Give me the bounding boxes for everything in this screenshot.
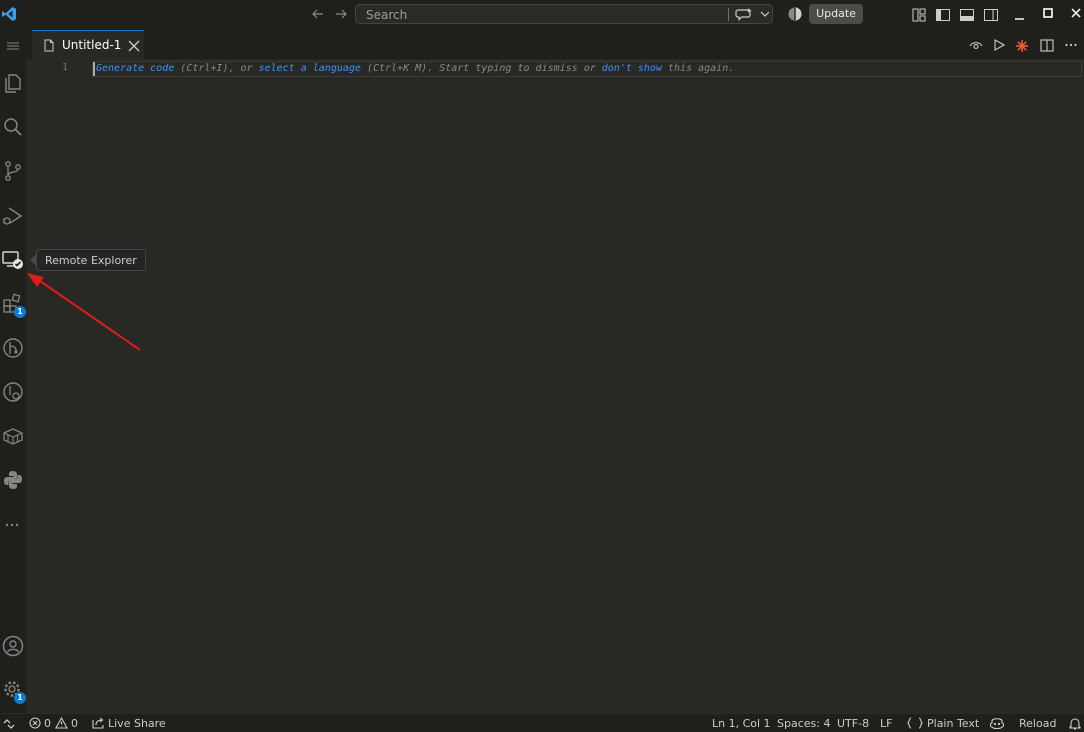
dont-show-link[interactable]: don't show — [602, 63, 662, 74]
account-icon[interactable] — [1, 634, 25, 658]
error-icon[interactable] — [29, 717, 41, 729]
maximize-icon[interactable] — [1040, 6, 1056, 22]
customize-layout-icon[interactable] — [911, 7, 927, 23]
cursor-position[interactable]: Ln 1, Col 1 — [712, 717, 771, 730]
hint-text-2: (Ctrl+K M). Start typing to dismiss or — [360, 63, 602, 74]
command-center-search[interactable]: Search — [355, 4, 773, 24]
braces-icon[interactable] — [907, 717, 923, 729]
warning-count[interactable]: 0 — [71, 717, 78, 730]
settings-badge: 1 — [14, 692, 26, 704]
status-bar: 0 0 Live Share Ln 1, Col 1 Spaces: 4 UTF… — [0, 713, 1084, 732]
encoding[interactable]: UTF-8 — [837, 717, 869, 730]
hint-text-1: (Ctrl+I), or — [174, 63, 259, 74]
error-count[interactable]: 0 — [44, 717, 51, 730]
accounts-shield-icon[interactable] — [787, 6, 803, 22]
search-divider — [728, 8, 729, 21]
warning-icon[interactable] — [55, 717, 68, 729]
toggle-secondary-sidebar-icon[interactable] — [983, 7, 999, 23]
split-editor-icon[interactable] — [1040, 39, 1054, 52]
containers-icon[interactable] — [1, 424, 25, 448]
more-views-icon[interactable] — [1, 512, 25, 536]
toggle-panel-icon[interactable] — [959, 7, 975, 23]
editor-area[interactable]: 1 Generate code (Ctrl+I), or select a la… — [26, 59, 1084, 713]
git-lens-icon[interactable] — [1, 380, 25, 404]
copilot-chat-icon[interactable] — [735, 7, 753, 21]
search-placeholder: Search — [366, 8, 408, 22]
live-share-icon[interactable] — [92, 717, 106, 729]
arrow-right-icon[interactable] — [334, 7, 348, 21]
reload-button[interactable]: Reload — [1019, 717, 1056, 730]
copilot-status-icon[interactable] — [989, 717, 1005, 730]
python-icon[interactable] — [1, 468, 25, 492]
editor-tab-bar: Untitled-1 — [26, 30, 1084, 59]
minimize-icon[interactable] — [1012, 6, 1028, 22]
arrow-left-icon[interactable] — [311, 7, 325, 21]
end-of-line[interactable]: LF — [880, 717, 892, 730]
hint-text-3: this again. — [661, 63, 735, 74]
indentation[interactable]: Spaces: 4 — [777, 717, 830, 730]
settings-gear-icon[interactable]: 1 — [1, 678, 26, 704]
chevron-down-icon[interactable] — [760, 10, 770, 18]
live-share-label[interactable]: Live Share — [108, 717, 166, 730]
select-language-link[interactable]: select a language — [259, 63, 361, 74]
title-bar: Search Update — [0, 0, 1084, 31]
annotation-arrow — [27, 273, 141, 351]
update-button[interactable]: Update — [809, 4, 863, 24]
empty-editor-hint: Generate code (Ctrl+I), or select a lang… — [96, 63, 734, 74]
run-play-icon[interactable] — [993, 39, 1005, 51]
close-window-icon[interactable] — [1068, 6, 1084, 22]
more-actions-icon[interactable] — [1064, 39, 1078, 51]
toggle-primary-sidebar-icon[interactable] — [935, 7, 951, 23]
notification-bell-icon[interactable] — [1068, 717, 1082, 730]
remote-indicator-icon[interactable] — [2, 716, 16, 729]
preview-eye-icon[interactable] — [969, 39, 983, 51]
bug-debug-icon[interactable] — [1015, 39, 1029, 53]
language-mode[interactable]: Plain Text — [927, 717, 979, 730]
